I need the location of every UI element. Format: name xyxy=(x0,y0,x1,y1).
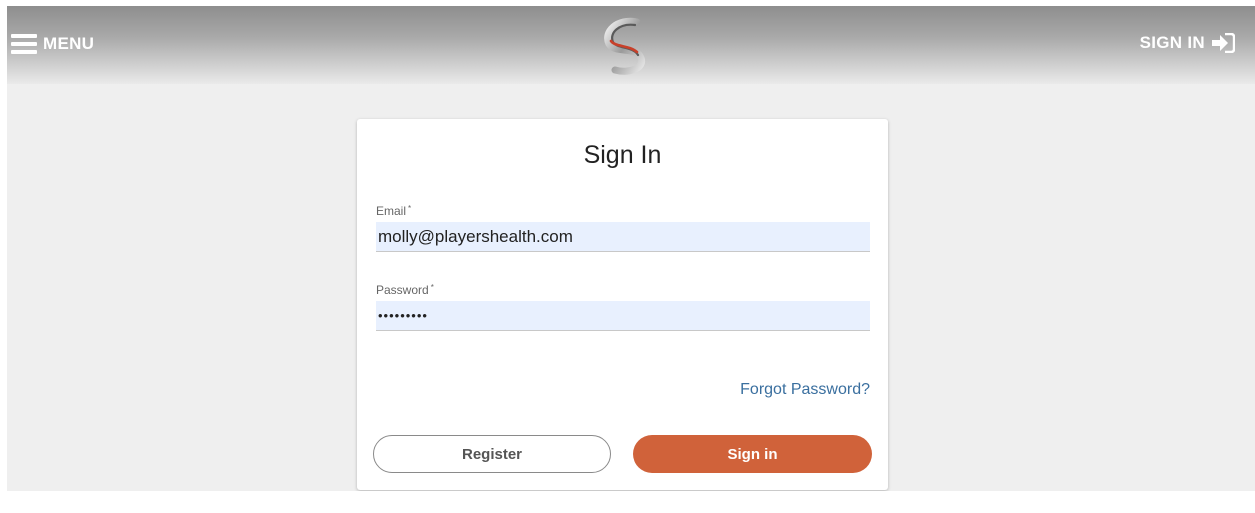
register-button[interactable]: Register xyxy=(373,435,611,473)
sign-in-arrow-icon xyxy=(1212,33,1235,53)
email-required-mark: * xyxy=(408,204,412,213)
password-field[interactable] xyxy=(376,301,870,331)
page-title: Sign In xyxy=(583,141,662,169)
header-sign-in-label: SIGN IN xyxy=(1139,33,1205,52)
menu-button[interactable]: MENU xyxy=(11,31,94,57)
password-label-text: Password xyxy=(376,283,429,297)
email-field[interactable] xyxy=(376,222,870,252)
menu-label: MENU xyxy=(43,34,95,53)
email-label: Email * xyxy=(376,204,411,218)
password-required-mark: * xyxy=(430,283,434,292)
header-sign-in-button[interactable]: SIGN IN xyxy=(1140,33,1235,53)
forgot-password-link[interactable]: Forgot Password? xyxy=(740,381,870,399)
brand-logo[interactable] xyxy=(597,16,653,76)
sign-in-card: Sign In Email* Password* Forgot Password… xyxy=(357,119,888,490)
sign-in-button[interactable]: Sign in xyxy=(633,435,872,473)
top-bar: MENU SIGN IN xyxy=(7,6,1255,84)
hamburger-icon xyxy=(11,34,37,54)
email-label-text: Email xyxy=(376,204,407,218)
app-frame: MENU SIGN IN Sign In Email * molly@playe… xyxy=(7,6,1255,491)
password-label: Password * xyxy=(376,283,434,297)
